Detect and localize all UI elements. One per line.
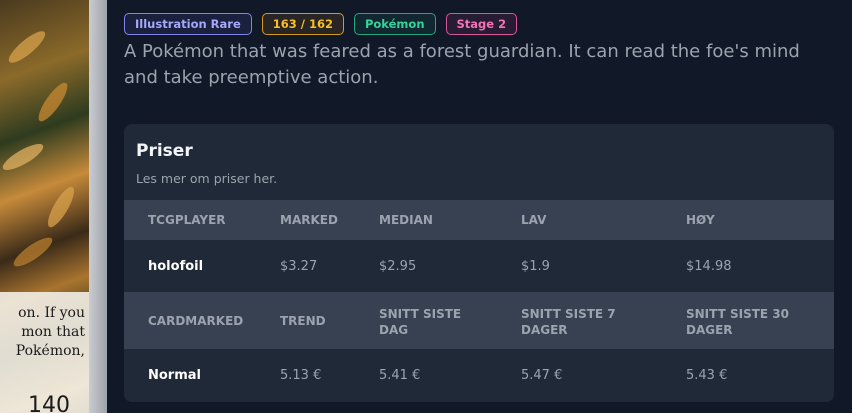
supertype-badge: Pokémon bbox=[353, 13, 436, 35]
column-header: LAV bbox=[521, 213, 547, 227]
variant-name: holofoil bbox=[148, 259, 204, 274]
flavor-text: A Pokémon that was feared as a forest gu… bbox=[124, 41, 800, 88]
card-text-line: mon that bbox=[21, 324, 85, 340]
card-text-box: on. If you mon that Pokémon, 140 bbox=[0, 292, 89, 413]
column-header: SNITT SISTE 30 DAGER bbox=[686, 307, 789, 337]
column-header: HØY bbox=[686, 213, 715, 227]
column-header: MEDIAN bbox=[379, 213, 433, 227]
stage-badge: Stage 2 bbox=[445, 13, 518, 35]
prices-panel: Priser Les mer om priser her. TCGPLAYER … bbox=[124, 124, 834, 402]
variant-name: Normal bbox=[148, 368, 201, 383]
avg7-price: 5.47 € bbox=[521, 368, 563, 383]
column-header: TREND bbox=[280, 314, 326, 328]
high-price: $14.98 bbox=[686, 259, 732, 274]
low-price: $1.9 bbox=[521, 259, 550, 274]
leaf-decoration bbox=[43, 183, 79, 231]
card-hp: 140 bbox=[28, 393, 70, 413]
median-price: $2.95 bbox=[379, 259, 417, 274]
avg1-price: 5.41 € bbox=[379, 368, 421, 383]
leaf-decoration bbox=[10, 233, 56, 271]
column-header: SNITT SISTE 7 DAGER bbox=[521, 307, 616, 337]
avg30-price: 5.43 € bbox=[686, 368, 728, 383]
rarity-badge: Illustration Rare bbox=[124, 13, 252, 35]
prices-title: Priser bbox=[136, 141, 193, 161]
leaf-decoration bbox=[4, 26, 50, 68]
table-row: Normal 5.13 € 5.41 € 5.47 € 5.43 € bbox=[124, 349, 834, 402]
column-header: TCGPLAYER bbox=[148, 213, 226, 227]
prices-info-link[interactable]: Les mer om priser her. bbox=[136, 171, 277, 186]
leaf-decoration bbox=[34, 79, 72, 125]
column-header: CARDMARKED bbox=[148, 314, 244, 328]
trend-price: 5.13 € bbox=[280, 368, 322, 383]
market-price: $3.27 bbox=[280, 259, 318, 274]
card-text-line: on. If you bbox=[18, 305, 85, 321]
card-edge bbox=[89, 0, 107, 413]
table-row: holofoil $3.27 $2.95 $1.9 $14.98 bbox=[124, 240, 834, 292]
number-badge: 163 / 162 bbox=[261, 13, 344, 35]
badge-list: Illustration Rare 163 / 162 Pokémon Stag… bbox=[124, 13, 518, 35]
column-header: SNITT SISTE DAG bbox=[379, 307, 462, 337]
card-image[interactable]: on. If you mon that Pokémon, 140 bbox=[0, 0, 107, 413]
tcgplayer-header-row: TCGPLAYER MARKED MEDIAN LAV HØY bbox=[124, 200, 834, 240]
card-text-line: Pokémon, bbox=[15, 343, 85, 359]
cardmarket-header-row: CARDMARKED TREND SNITT SISTE DAG SNITT S… bbox=[124, 292, 834, 349]
leaf-decoration bbox=[0, 139, 47, 175]
column-header: MARKED bbox=[280, 213, 338, 227]
